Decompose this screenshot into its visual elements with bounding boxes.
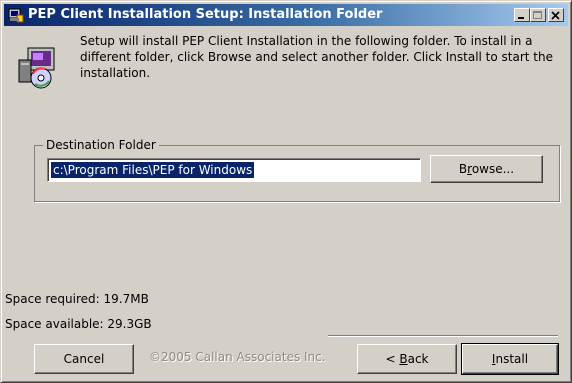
maximize-button[interactable] — [530, 8, 546, 22]
minimize-icon — [518, 17, 524, 19]
header-description: Setup will install PEP Client Installati… — [80, 34, 554, 80]
installer-icon — [18, 47, 55, 89]
browse-label-suffix: owse... — [471, 162, 515, 176]
minimize-button[interactable] — [514, 8, 530, 22]
browse-label-prefix: B — [458, 162, 468, 176]
destination-folder-legend: Destination Folder — [43, 138, 159, 152]
title-bar[interactable]: PEP Client Installation Setup: Installat… — [4, 4, 568, 26]
back-label-suffix: ack — [407, 352, 429, 366]
destination-folder-group: Destination Folder c:\Program Files\PEP … — [34, 138, 560, 202]
back-button[interactable]: < Back — [357, 344, 457, 374]
space-required: Space required: 19.7MB — [5, 292, 149, 306]
maximize-icon — [533, 11, 542, 19]
installer-window: PEP Client Installation Setup: Installat… — [0, 0, 572, 383]
branding-text: ©2005 Callan Associates Inc. — [149, 350, 326, 364]
install-label-suffix: nstall — [495, 352, 529, 366]
close-button[interactable] — [548, 8, 564, 22]
space-available: Space available: 29.3GB — [5, 317, 152, 331]
close-icon — [551, 11, 560, 20]
footer-separator — [328, 335, 558, 337]
back-label-prefix: < — [385, 352, 400, 366]
install-button[interactable]: Install — [461, 343, 559, 375]
destination-path-text: c:\Program Files\PEP for Windows — [51, 162, 255, 178]
window-title: PEP Client Installation Setup: Installat… — [28, 7, 383, 22]
cancel-button[interactable]: Cancel — [34, 344, 134, 374]
installer-title-icon — [8, 8, 24, 23]
back-label-accel: B — [399, 352, 408, 366]
destination-path-input[interactable]: c:\Program Files\PEP for Windows — [47, 158, 421, 182]
browse-button[interactable]: Browse... — [430, 155, 543, 183]
